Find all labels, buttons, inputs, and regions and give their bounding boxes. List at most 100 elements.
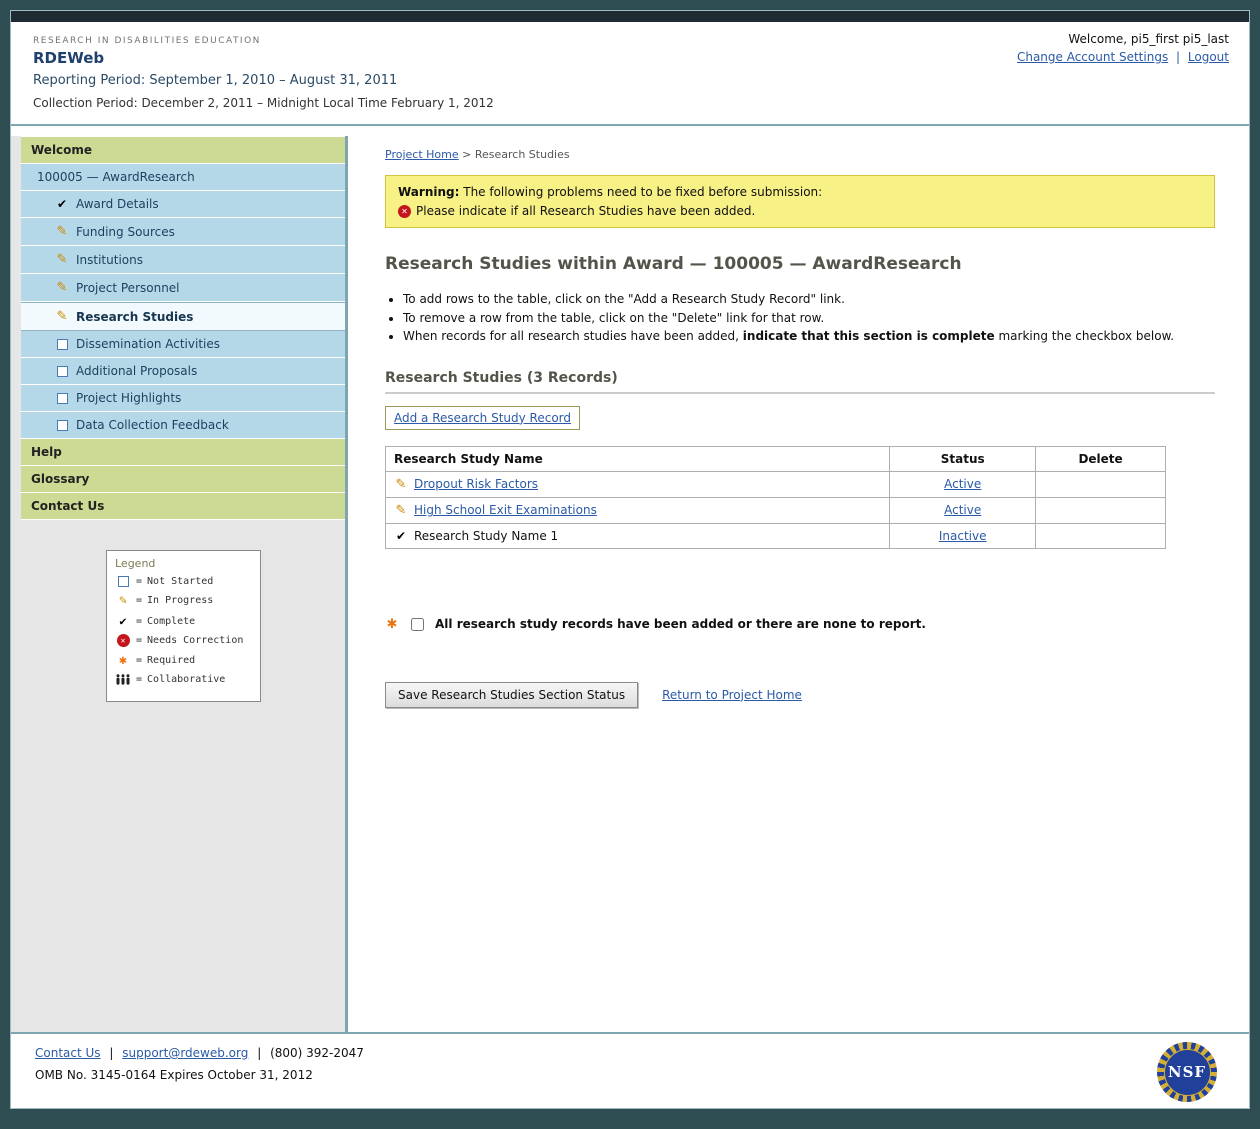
legend-item-not-started: = Not Started — [115, 576, 252, 587]
in-progress-icon: ✎ — [55, 252, 69, 267]
sidebar-item-data-collection-feedback[interactable]: Data Collection Feedback — [21, 412, 345, 439]
breadcrumb-project-home-link[interactable]: Project Home — [385, 148, 459, 161]
breadcrumb-current: Research Studies — [475, 148, 570, 161]
footer-phone: (800) 392-2047 — [270, 1046, 364, 1060]
legend-label: Complete — [147, 616, 195, 627]
save-section-status-button[interactable]: Save Research Studies Section Status — [385, 682, 638, 708]
delete-cell — [1036, 523, 1166, 548]
status-link[interactable]: Active — [944, 503, 981, 517]
footer-separator: | — [257, 1046, 261, 1060]
sidebar-item-label: Project Highlights — [76, 391, 181, 405]
sidebar-item-label: Award Details — [76, 197, 159, 211]
delete-cell — [1036, 471, 1166, 497]
instructions-list: To add rows to the table, click on the "… — [403, 290, 1215, 346]
add-record-box: Add a Research Study Record — [385, 406, 580, 430]
warning-detail: Please indicate if all Research Studies … — [416, 204, 755, 218]
sidebar-item-award-details[interactable]: ✔ Award Details — [21, 191, 345, 218]
instruction-bold-text: indicate that this section is complete — [743, 329, 995, 343]
not-started-icon — [55, 366, 69, 377]
nsf-logo-text: NSF — [1164, 1049, 1211, 1096]
sidebar-item-project-personnel[interactable]: ✎ Project Personnel — [21, 274, 345, 302]
footer-contact-us-link[interactable]: Contact Us — [35, 1046, 101, 1060]
sidebar-item-institutions[interactable]: ✎ Institutions — [21, 246, 345, 274]
status-link[interactable]: Inactive — [939, 529, 987, 543]
legend-item-complete: ✔ = Complete — [115, 614, 252, 628]
legend-item-needs-correction: ✕ = Needs Correction — [115, 634, 252, 647]
instruction-item: When records for all research studies ha… — [403, 327, 1215, 346]
complete-icon: ✔ — [394, 529, 408, 543]
legend-item-in-progress: ✎ = In Progress — [115, 593, 252, 608]
study-name-text: Research Study Name 1 — [414, 529, 558, 543]
status-link[interactable]: Active — [944, 477, 981, 491]
sidebar-item-label: Institutions — [76, 253, 143, 267]
header: RESEARCH IN DISABILITIES EDUCATION RDEWe… — [11, 22, 1249, 126]
sidebar-item-welcome[interactable]: Welcome — [21, 137, 345, 164]
column-header-delete: Delete — [1036, 446, 1166, 471]
sidebar-item-label: Additional Proposals — [76, 364, 197, 378]
legend-item-collaborative: = Collaborative — [115, 674, 252, 685]
welcome-text: Welcome, pi5_first pi5_last — [1017, 32, 1229, 46]
table-row: ✔ Research Study Name 1 Inactive — [386, 523, 1166, 548]
study-name-link[interactable]: High School Exit Examinations — [414, 503, 597, 517]
footer: Contact Us | support@rdeweb.org | (800) … — [11, 1032, 1249, 1108]
not-started-icon — [115, 576, 131, 587]
legend-label: Required — [147, 655, 195, 666]
in-progress-icon: ✎ — [55, 309, 69, 324]
footer-separator: | — [109, 1046, 113, 1060]
column-header-name: Research Study Name — [386, 446, 890, 471]
study-name-link[interactable]: Dropout Risk Factors — [414, 477, 538, 491]
not-started-icon — [55, 393, 69, 404]
legend-item-required: ✱ = Required — [115, 653, 252, 668]
sidebar-item-contact-us[interactable]: Contact Us — [21, 493, 345, 520]
legend: Legend = Not Started ✎ = In Progress ✔ =… — [106, 550, 261, 702]
return-to-project-home-link[interactable]: Return to Project Home — [662, 688, 802, 702]
in-progress-icon: ✎ — [55, 224, 69, 239]
complete-icon: ✔ — [115, 614, 131, 628]
logout-link[interactable]: Logout — [1188, 50, 1229, 64]
sidebar-item-project-highlights[interactable]: Project Highlights — [21, 385, 345, 412]
collection-period: Collection Period: December 2, 2011 – Mi… — [33, 96, 1231, 110]
legend-equals: = — [136, 674, 142, 685]
table-header-row: Research Study Name Status Delete — [386, 446, 1166, 471]
table-row: ✎ High School Exit Examinations Active — [386, 497, 1166, 523]
page-title: Research Studies within Award — 100005 —… — [385, 254, 1215, 274]
warning-message: Warning: The following problems need to … — [398, 185, 1202, 199]
instruction-item: To add rows to the table, click on the "… — [403, 290, 1215, 309]
sidebar-nav: Welcome 100005 — AwardResearch ✔ Award D… — [21, 136, 345, 520]
warning-box: Warning: The following problems need to … — [385, 175, 1215, 228]
sidebar: Welcome 100005 — AwardResearch ✔ Award D… — [11, 136, 348, 1032]
sidebar-item-additional-proposals[interactable]: Additional Proposals — [21, 358, 345, 385]
add-research-study-record-link[interactable]: Add a Research Study Record — [394, 411, 571, 425]
footer-omb-text: OMB No. 3145-0164 Expires October 31, 20… — [35, 1068, 1229, 1082]
sidebar-item-label: Research Studies — [76, 310, 193, 324]
sidebar-item-funding-sources[interactable]: ✎ Funding Sources — [21, 218, 345, 246]
warning-detail-row: ✕ Please indicate if all Research Studie… — [398, 204, 1202, 218]
instruction-item: To remove a row from the table, click on… — [403, 309, 1215, 328]
legend-equals: = — [136, 635, 142, 646]
reporting-period: Reporting Period: September 1, 2010 – Au… — [33, 73, 1231, 88]
body-row: Welcome 100005 — AwardResearch ✔ Award D… — [11, 136, 1249, 1032]
needs-correction-icon: ✕ — [117, 634, 130, 647]
table-row: ✎ Dropout Risk Factors Active — [386, 471, 1166, 497]
sidebar-item-help[interactable]: Help — [21, 439, 345, 466]
legend-equals: = — [136, 595, 142, 606]
collaborative-icon — [115, 674, 131, 685]
legend-equals: = — [136, 655, 142, 666]
change-account-settings-link[interactable]: Change Account Settings — [1017, 50, 1168, 64]
warning-label: Warning: — [398, 185, 459, 199]
delete-cell — [1036, 497, 1166, 523]
legend-label: In Progress — [147, 595, 213, 606]
instruction-text: When records for all research studies ha… — [403, 329, 743, 343]
sidebar-item-glossary[interactable]: Glossary — [21, 466, 345, 493]
legend-label: Needs Correction — [147, 635, 243, 646]
sidebar-item-award[interactable]: 100005 — AwardResearch — [21, 164, 345, 191]
sidebar-item-dissemination-activities[interactable]: Dissemination Activities — [21, 331, 345, 358]
top-strip — [11, 11, 1249, 22]
sidebar-item-research-studies[interactable]: ✎ Research Studies — [21, 302, 345, 331]
footer-email-link[interactable]: support@rdeweb.org — [122, 1046, 248, 1060]
warning-text: The following problems need to be fixed … — [459, 185, 822, 199]
required-icon: ✱ — [115, 653, 131, 668]
section-heading: Research Studies (3 Records) — [385, 370, 1215, 394]
section-complete-checkbox[interactable] — [411, 618, 424, 631]
in-progress-icon: ✎ — [115, 593, 131, 608]
